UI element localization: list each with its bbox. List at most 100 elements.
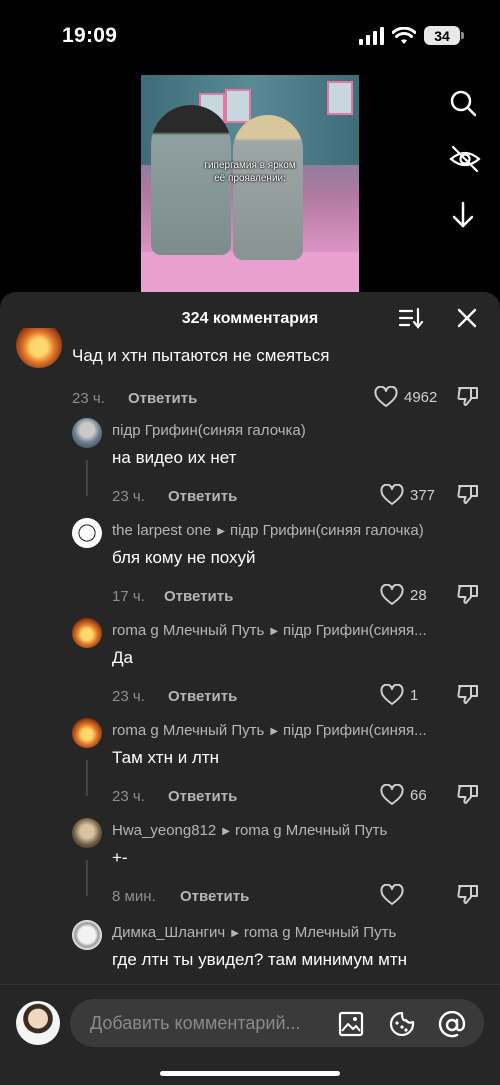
video-caption-line: гипергамия в ярком [204,160,296,171]
comment-item: Hwa_yeong812 ▶ roma g Млечный Путь +- 8 ми… [0,818,500,918]
comment-username[interactable]: the larpest one ▶ пiдр Грифин(синяя галочк… [112,522,424,539]
heart-icon [380,884,404,905]
like-button[interactable]: 4962 [374,386,437,408]
username-text: roma g Млечный Путь [112,722,265,739]
heart-icon [380,684,404,705]
comment-item: the larpest one ▶ пiдр Грифин(синяя галочк… [0,518,500,618]
comment-item: roma g Млечный Путь ▶ пiдр Грифин(синяя...… [0,718,500,818]
dislike-icon[interactable] [456,682,480,706]
reply-button[interactable]: Ответить [128,390,197,407]
user-avatar[interactable] [16,328,62,368]
dislike-icon[interactable] [456,582,480,606]
comment-item: пiдр Грифин(синяя галочка) на видео их н… [0,418,500,518]
comments-sheet: 324 комментария Чад и хтн пытаются не см… [0,292,500,1084]
user-avatar[interactable] [72,618,102,648]
username-text: Hwa_yeong812 [112,822,217,839]
heart-icon [380,484,404,505]
like-button[interactable]: 1 [380,684,418,706]
like-count: 4962 [404,388,438,406]
reply-arrow-icon: ▶ [270,626,279,637]
comment-item: Димка_Шлангич ▶ roma g Млечный Путь где лт… [0,920,500,988]
dislike-icon[interactable] [456,882,480,906]
like-count: 1 [410,686,419,704]
comments-list[interactable]: Чад и хтн пытаются не смеяться 23 ч. Отв… [0,328,500,988]
heart-icon [380,784,404,805]
video-preview[interactable]: гипергамия в ярком её проявлении: [141,75,359,292]
comment-username[interactable]: Hwa_yeong812 ▶ roma g Млечный Путь [112,822,387,839]
username-text: пiдр Грифин(синяя галочка) [112,422,306,439]
comment-input-bar: Добавить комментарий... [0,984,500,1085]
comment-item: roma g Млечный Путь ▶ пiдр Грифин(синяя...… [0,618,500,718]
video-actions [448,88,482,230]
status-bar: 19:09 34 [0,0,500,72]
reply-arrow-icon: ▶ [231,928,239,939]
search-icon[interactable] [448,88,478,118]
comment-text: Чад и хтн пытаются не смеяться [72,346,330,365]
like-button[interactable] [380,884,404,906]
reply-button[interactable]: Ответить [168,488,237,505]
status-time: 19:09 [62,24,118,47]
reply-button[interactable]: Ответить [164,588,233,605]
dislike-icon[interactable] [456,482,480,506]
comment-time: 17 ч. [112,588,145,605]
reply-arrow-icon: ▶ [222,826,230,837]
dislike-icon[interactable] [456,384,480,408]
username-text: the larpest one [112,522,212,539]
reply-button[interactable]: Ответить [168,688,237,705]
like-count: 66 [410,786,427,804]
download-icon[interactable] [448,200,478,230]
sort-icon[interactable] [398,306,424,330]
wifi-icon [392,26,416,44]
like-button[interactable]: 66 [380,784,427,806]
user-avatar[interactable] [72,518,102,548]
comment-text: на видео их нет [112,448,237,467]
reply-to-text: пiдр Грифин(синяя галочка) [229,522,424,539]
like-button[interactable]: 377 [380,484,435,506]
battery-indicator: 34 [424,26,464,45]
video-caption: гипергамия в ярком её проявлении: [141,159,359,185]
comment-text: где лтн ты увидел? там минимум мтн [112,950,408,969]
my-avatar[interactable] [16,1001,60,1045]
comment-time: 23 ч. [112,488,145,505]
status-indicators: 34 [358,26,464,45]
comment-time: 8 мин. [112,888,156,905]
reply-arrow-icon: ▶ [217,526,225,537]
comment-username[interactable]: пiдр Грифин(синяя галочка) [112,422,306,439]
user-avatar[interactable] [72,818,102,848]
heart-icon [374,386,398,407]
username-text: roma g Млечный Путь [112,622,265,639]
username-text: Димка_Шлангич [112,924,226,941]
comment-time: 23 ч. [112,688,145,705]
reply-to-text: roma g Млечный Путь [234,822,388,839]
video-caption-line: её проявлении: [214,173,286,184]
comment-username[interactable]: roma g Млечный Путь ▶ пiдр Грифин(синяя... [112,622,427,639]
like-count: 28 [410,586,427,604]
signal-icon [359,26,384,45]
comment-username[interactable]: Димка_Шлангич ▶ roma g Млечный Путь [112,924,396,941]
comment-time: 23 ч. [112,788,145,805]
reply-button[interactable]: Ответить [168,788,237,805]
close-icon[interactable] [455,306,479,330]
comment-username[interactable]: roma g Млечный Путь ▶ пiдр Грифин(синяя... [112,722,427,739]
comment-text: +- [112,848,128,867]
eye-off-icon[interactable] [448,144,482,174]
user-avatar[interactable] [72,418,102,448]
comment-input-placeholder: Добавить комментарий... [90,1013,301,1033]
user-avatar[interactable] [72,718,102,748]
reply-button[interactable]: Ответить [180,888,249,905]
comment-text: Да [112,648,133,667]
mention-icon[interactable] [438,1011,466,1039]
user-avatar[interactable] [72,920,102,950]
comment-input[interactable]: Добавить комментарий... [70,999,484,1047]
comments-count-title: 324 комментария [181,310,319,327]
image-icon[interactable] [338,1011,364,1037]
reply-to-text: пiдр Грифин(синяя... [283,622,427,639]
reply-to-text: пiдр Грифин(синяя... [283,722,427,739]
like-button[interactable]: 28 [380,584,427,606]
emoji-icon[interactable] [388,1011,416,1037]
video-person [233,115,303,260]
video-poster [327,81,353,115]
reply-arrow-icon: ▶ [270,726,279,737]
dislike-icon[interactable] [456,782,480,806]
heart-icon [380,584,404,605]
